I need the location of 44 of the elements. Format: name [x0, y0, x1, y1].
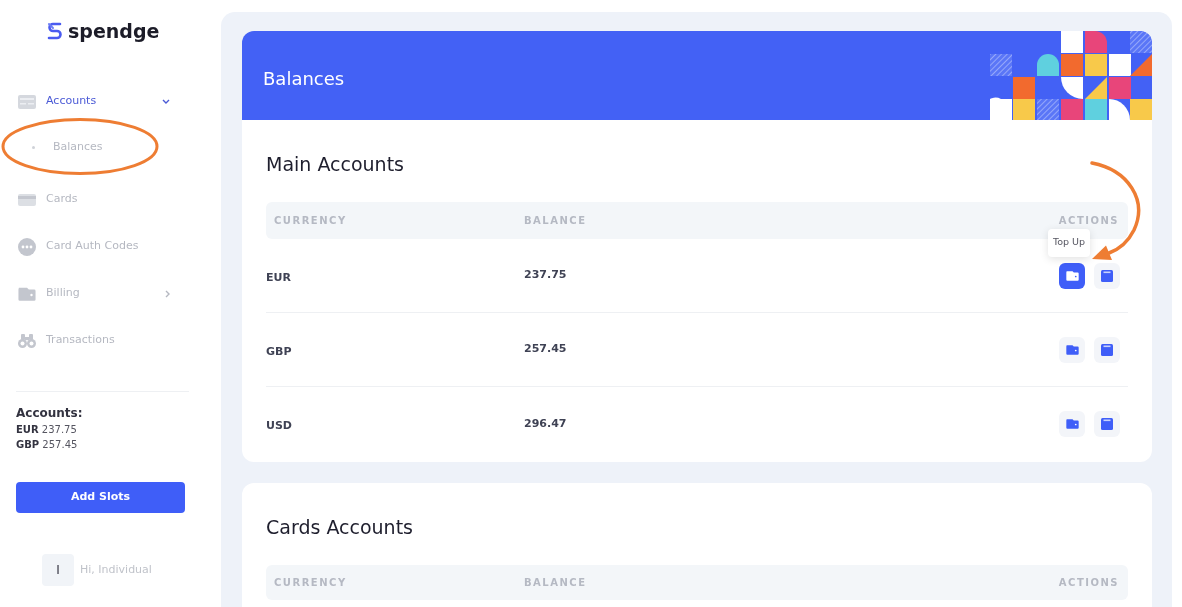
column-header: CURRENCY: [273, 576, 348, 590]
column-header: ACTIONS: [1058, 576, 1120, 590]
id-card-icon: [18, 94, 36, 109]
wallet-icon: [18, 285, 36, 302]
bullet-icon: [32, 146, 35, 149]
nav-item[interactable]: Cards: [0, 176, 170, 223]
user-greeting: Hi, Individual: [80, 561, 152, 578]
save-button[interactable]: [1094, 336, 1120, 363]
binoculars-icon: [18, 333, 36, 348]
section-title: Cards Accounts: [266, 516, 414, 539]
wallet-icon: [1065, 418, 1079, 430]
wallet-icon: [1065, 269, 1079, 281]
logo-icon: [45, 21, 65, 41]
logo-text: spendge: [68, 19, 160, 43]
section-title: Main Accounts: [266, 153, 405, 176]
top-up-button[interactable]: [1059, 411, 1085, 437]
column-header: CURRENCY: [273, 214, 348, 228]
credit-card-icon: [18, 193, 36, 206]
page-title: Balances: [263, 66, 345, 90]
nav-item[interactable]: Card Auth Codes: [0, 223, 170, 270]
top-up-button[interactable]: [1059, 336, 1085, 363]
table-cell: GBP: [266, 344, 292, 358]
table-cell-text: 296.47: [524, 415, 567, 432]
save-button[interactable]: [1094, 262, 1120, 289]
table-cell: USD: [266, 419, 292, 432]
table-cell: 237.75: [524, 267, 567, 284]
user-avatar: I: [42, 554, 74, 586]
nav-item[interactable]: Billing: [0, 270, 170, 317]
column-header: BALANCE: [524, 214, 587, 228]
tooltip: Top Up: [1047, 228, 1090, 257]
top-up-button[interactable]: [1059, 262, 1085, 289]
table-cell: 257.45: [524, 341, 567, 358]
wallet-icon: [1065, 343, 1079, 355]
summary-title: Accounts:: [16, 405, 84, 421]
table-cell: EUR: [266, 270, 291, 284]
column-header: ACTIONS: [1058, 214, 1120, 228]
add-slots-button[interactable]: Add Slots: [16, 482, 185, 513]
account-balance-line: GBP 257.45: [16, 438, 79, 452]
nav-item[interactable]: Accounts: [0, 78, 170, 125]
account-balance-line: EUR 237.75: [16, 423, 78, 437]
column-header: BALANCE: [524, 576, 587, 590]
nav-item[interactable]: Transactions: [0, 317, 170, 364]
save-button[interactable]: [1094, 411, 1120, 437]
dots-circle-icon: [18, 237, 36, 256]
